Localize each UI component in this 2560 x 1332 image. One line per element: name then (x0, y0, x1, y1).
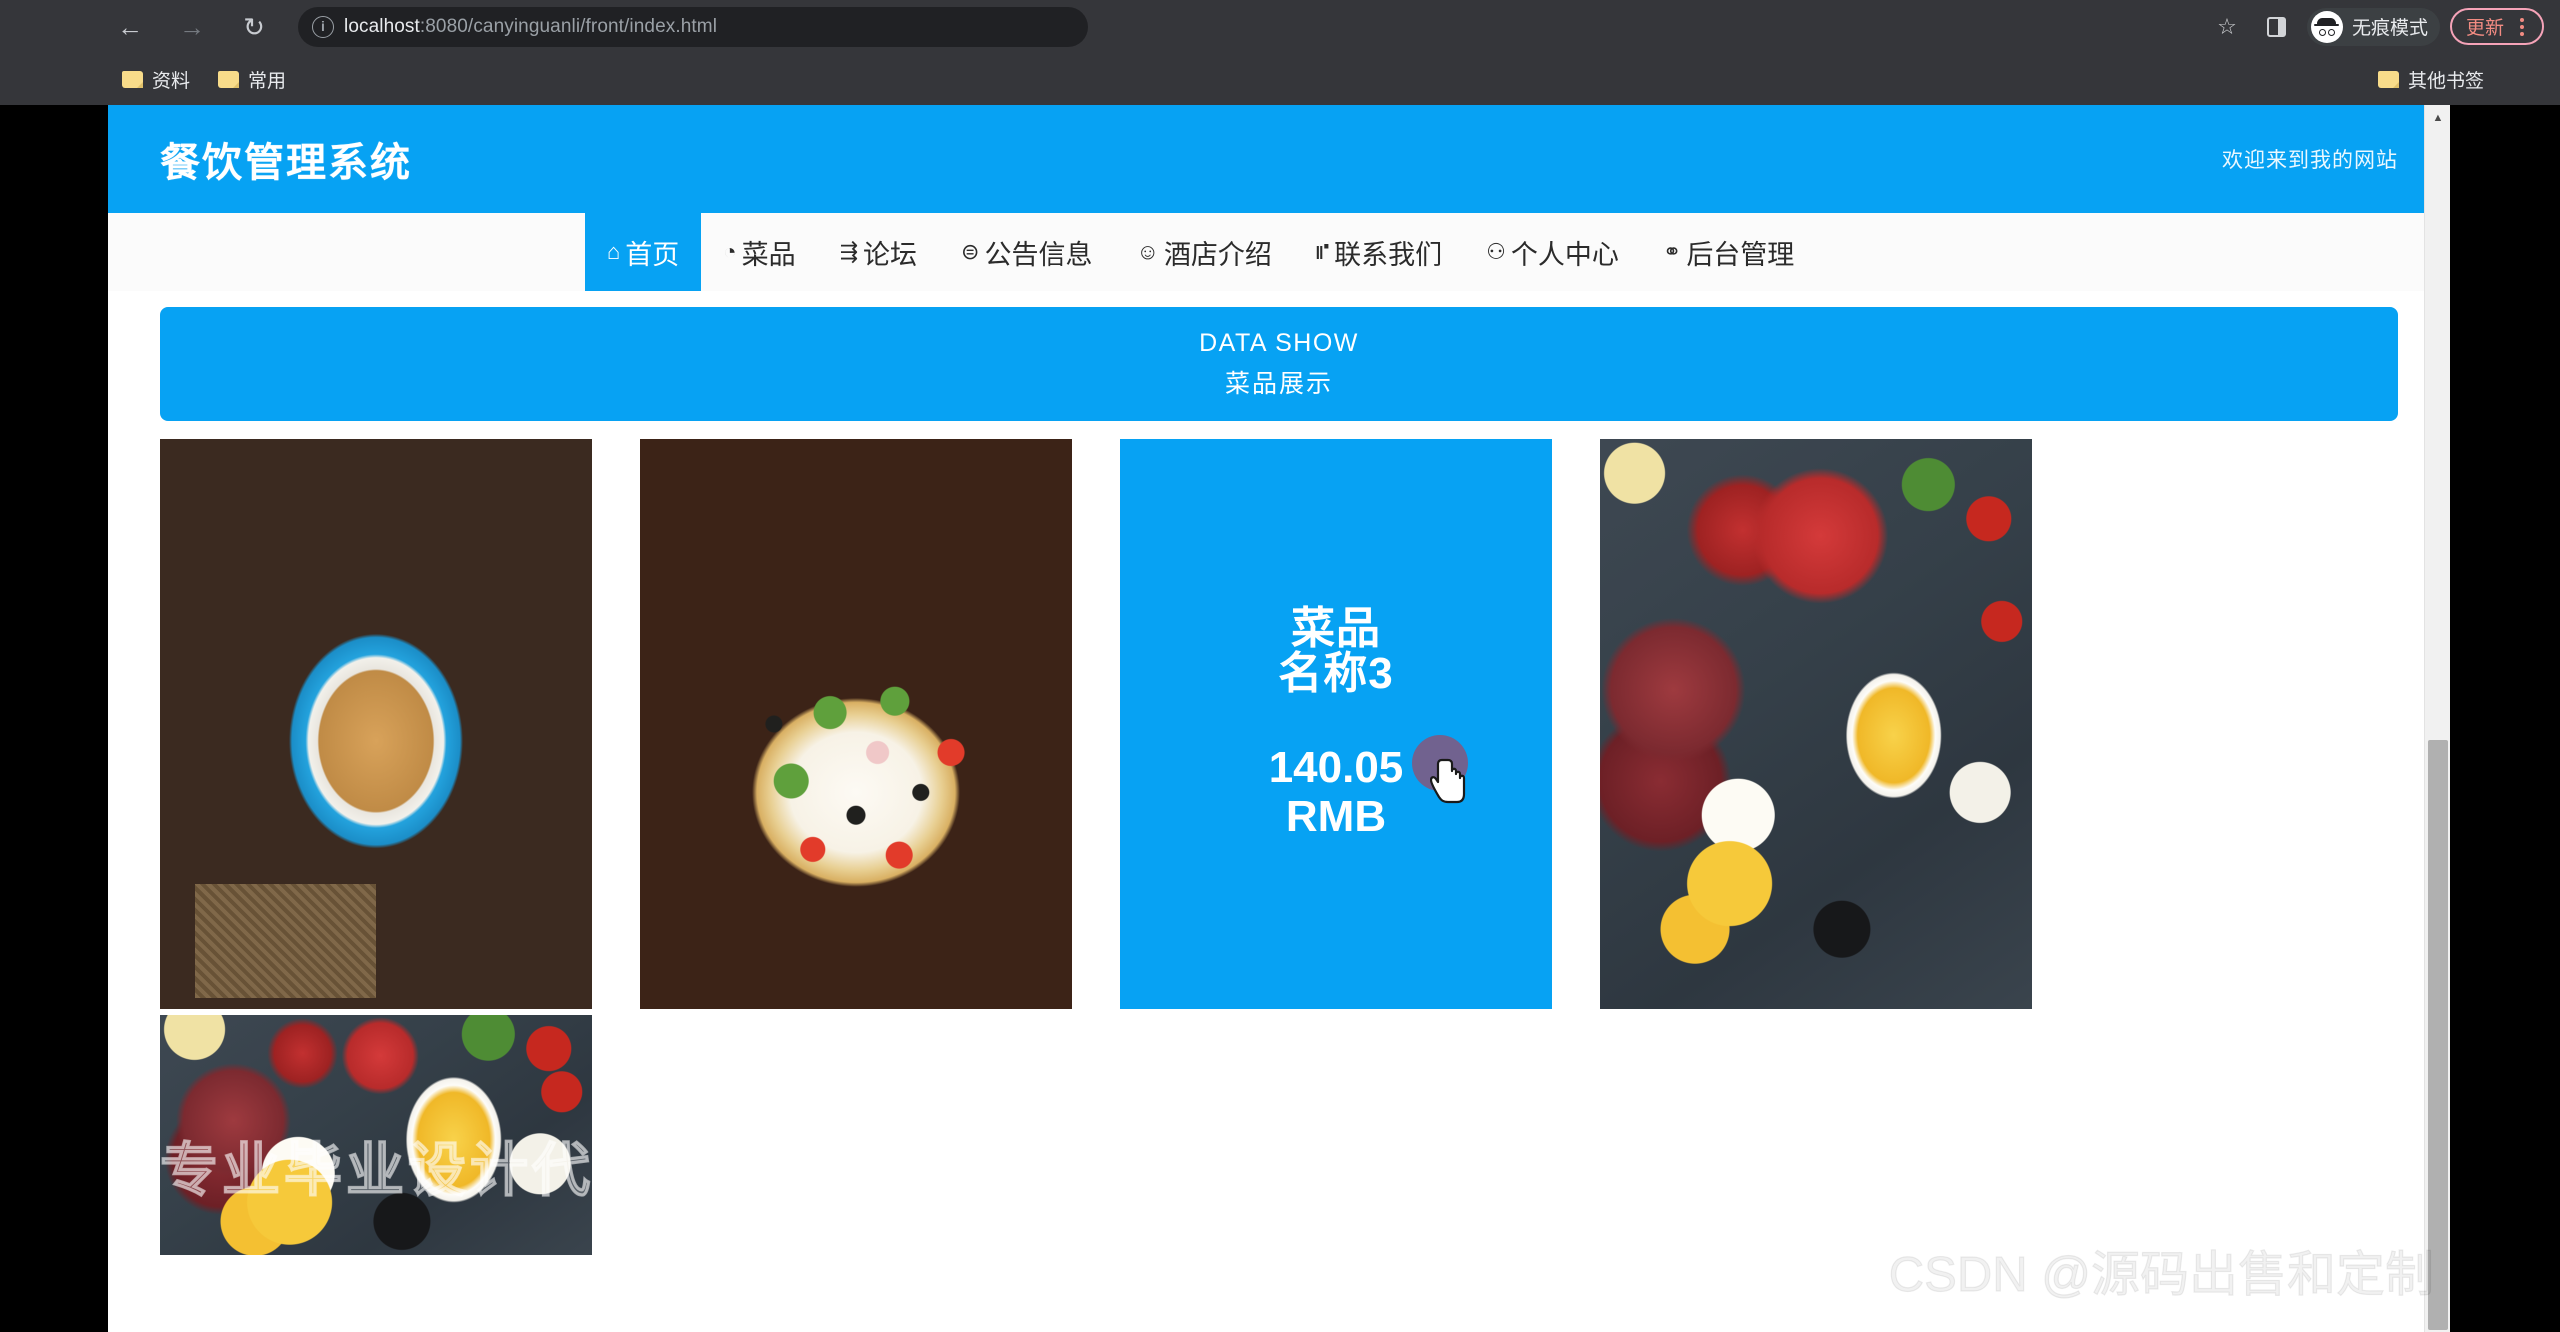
reload-button[interactable]: ↻ (232, 5, 276, 49)
dish-card[interactable] (160, 439, 592, 1009)
nav-item-hotel-intro[interactable]: ☺ 酒店介绍 (1114, 213, 1293, 291)
page-viewport: 餐饮管理系统 欢迎来到我的网站 ⌂ 首页 ◔ 菜品 ⇶ 论坛 ⊜ 公告信息 ☺ (108, 105, 2450, 1332)
browser-toolbar: ← → ↻ i localhost:8080/canyinguanli/fron… (0, 0, 2560, 53)
other-bookmarks-label: 其他书签 (2407, 70, 2484, 92)
dish-photo-board (160, 1015, 592, 1255)
dish-card[interactable] (160, 1015, 592, 1255)
nav-item-forum[interactable]: ⇶ 论坛 (818, 213, 939, 291)
site-info-icon[interactable]: i (312, 15, 334, 38)
update-label: 更新 (2465, 18, 2504, 39)
nav-label: 首页 (625, 239, 680, 270)
nav-label: 联系我们 (1334, 239, 1443, 270)
nav-item-home[interactable]: ⌂ 首页 (585, 213, 702, 291)
site-title: 餐饮管理系统 (160, 141, 412, 185)
forum-icon: ⇶ (839, 239, 859, 264)
side-panel-icon[interactable] (2257, 7, 2297, 47)
browser-nav-buttons: ← → ↻ (0, 5, 276, 49)
bookmark-label: 常用 (248, 70, 287, 92)
welcome-text: 欢迎来到我的网站 (2222, 149, 2398, 172)
update-button[interactable]: 更新 (2449, 8, 2544, 45)
url-host: localhost (344, 15, 420, 37)
dish-card-grid-row2 (108, 1009, 2450, 1255)
nav-item-announcements[interactable]: ⊜ 公告信息 (939, 213, 1114, 291)
folder-icon (2377, 70, 2399, 88)
nav-label: 个人中心 (1510, 239, 1619, 270)
dish-photo-noodles (160, 439, 592, 1009)
bookmark-item-changyong[interactable]: 常用 (204, 59, 300, 99)
scroll-up-arrow-icon[interactable]: ▲ (2425, 105, 2450, 131)
contact-icon: ⑈ (1315, 239, 1330, 264)
nav-item-admin[interactable]: ⚭ 后台管理 (1641, 213, 1816, 291)
dish-name: 菜品名称3 (1278, 603, 1394, 698)
screen: ← → ↻ i localhost:8080/canyinguanli/fron… (0, 0, 2560, 1332)
link-icon: ⚭ (1662, 239, 1682, 264)
bookmark-item-ziliao[interactable]: 资料 (108, 59, 204, 99)
toolbar-right-actions: ☆ 无痕模式 更新 (2207, 0, 2544, 53)
incognito-avatar-icon (2310, 10, 2343, 43)
dish-card-hovered[interactable]: 菜品名称3 140.05 RMB (1120, 439, 1552, 1009)
folder-icon (218, 70, 240, 88)
dish-photo-board (1600, 439, 2032, 1009)
banner-title-en: DATA SHOW (1199, 328, 1359, 357)
bookmark-label: 资料 (152, 70, 191, 92)
dish-price-currency: RMB (1285, 791, 1387, 841)
folder-icon (122, 70, 143, 88)
nav-label: 菜品 (741, 239, 796, 270)
announcement-icon: ⊜ (961, 239, 980, 264)
nav-item-contact[interactable]: ⑈ 联系我们 (1294, 213, 1464, 291)
scrollbar-thumb[interactable] (2428, 740, 2448, 1330)
incognito-chip[interactable]: 无痕模式 (2306, 7, 2440, 46)
user-icon: ⚇ (1486, 239, 1506, 264)
dish-price-value: 140.05 (1268, 742, 1404, 792)
nav-label: 论坛 (863, 239, 918, 270)
banner-title-cn: 菜品展示 (1224, 369, 1333, 398)
nav-label: 公告信息 (984, 239, 1093, 270)
home-icon: ⌂ (607, 239, 621, 264)
url-text: localhost:8080/canyinguanli/front/index.… (344, 16, 717, 38)
dish-card-grid: 菜品名称3 140.05 RMB (108, 421, 2450, 1009)
hotel-icon: ☺ (1136, 239, 1159, 264)
dish-card[interactable] (1600, 439, 2032, 1009)
nav-item-dishes[interactable]: ◔ 菜品 (701, 213, 817, 291)
dish-card[interactable] (640, 439, 1072, 1009)
dish-icon: ◔ (723, 239, 737, 264)
nav-label: 酒店介绍 (1163, 239, 1272, 270)
forward-button[interactable]: → (170, 5, 214, 49)
three-dot-menu-icon[interactable] (2508, 17, 2536, 36)
dish-price: 140.05 RMB (1251, 743, 1421, 842)
nav-item-personal-center[interactable]: ⚇ 个人中心 (1464, 213, 1641, 291)
other-bookmarks-button[interactable]: 其他书签 (2364, 59, 2498, 99)
back-button[interactable]: ← (108, 5, 152, 49)
bookmark-star-icon[interactable]: ☆ (2207, 7, 2247, 47)
incognito-label: 无痕模式 (2351, 18, 2428, 39)
address-bar[interactable]: i localhost:8080/canyinguanli/front/inde… (298, 6, 1088, 47)
dish-photo-pizza (640, 439, 1072, 1009)
url-path: :8080/canyinguanli/front/index.html (419, 15, 718, 37)
vertical-scrollbar[interactable]: ▲ (2424, 105, 2450, 1332)
site-header: 餐饮管理系统 欢迎来到我的网站 (108, 105, 2450, 213)
nav-label: 后台管理 (1686, 239, 1795, 270)
main-navigation: ⌂ 首页 ◔ 菜品 ⇶ 论坛 ⊜ 公告信息 ☺ 酒店介绍 ⑈ 联系我们 ⚇ 个人… (108, 213, 2450, 291)
bookmarks-bar: 资料 常用 其他书签 (0, 53, 2560, 105)
data-show-banner: DATA SHOW 菜品展示 (160, 307, 2398, 421)
